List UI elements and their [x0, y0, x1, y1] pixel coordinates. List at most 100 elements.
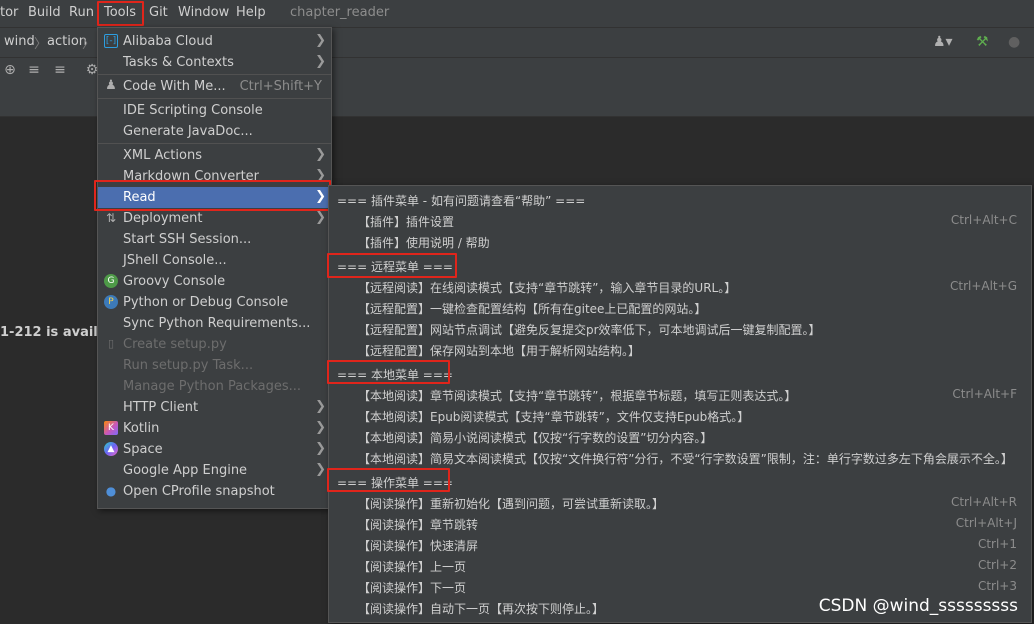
read-item-label: 【阅读操作】自动下一页【再次按下则停止。】	[358, 602, 605, 616]
run-config-icon[interactable]: ●	[1008, 34, 1020, 50]
menu-item-groovy-console[interactable]: G Groovy Console	[98, 271, 331, 292]
menu-item-label: Sync Python Requirements...	[123, 316, 311, 331]
read-item-local-epub-mode[interactable]: 【本地阅读】Epub阅读模式【支持“章节跳转”，文件仅支持Epub格式。】	[329, 405, 1031, 426]
menu-item-xml-actions[interactable]: XML Actions ❯	[98, 145, 331, 166]
chevron-right-icon: ❯	[315, 33, 326, 48]
read-item-shortcut: Ctrl+3	[977, 579, 1017, 593]
menu-item-code-with-me[interactable]: ♟ Code With Me... Ctrl+Shift+Y	[98, 76, 331, 97]
project-title: chapter_reader	[290, 5, 390, 20]
read-item-label: 【阅读操作】快速清屏	[358, 539, 479, 553]
read-item-label: 【远程配置】保存网站到本地【用于解析网站结构。】	[358, 344, 641, 358]
users-icon: ♟	[105, 78, 117, 93]
menu-build[interactable]: Build	[28, 5, 61, 20]
menu-item-run-setup-py-task: Run setup.py Task...	[98, 355, 331, 376]
breadcrumb-separator-icon: 〉	[34, 37, 48, 52]
section-header-label: === 操作菜单 ===	[337, 476, 453, 490]
read-item-shortcut: Ctrl+1	[977, 537, 1017, 551]
menu-item-label: Kotlin	[123, 421, 160, 436]
file-icon: ▯	[107, 337, 115, 350]
menu-item-python-console[interactable]: P Python or Debug Console	[98, 292, 331, 313]
menu-separator	[98, 98, 331, 99]
menu-item-deployment[interactable]: ⇅ Deployment ❯	[98, 208, 331, 229]
menu-item-label: Generate JavaDoc...	[123, 124, 253, 139]
read-item-op-reinitialize[interactable]: 【阅读操作】重新初始化【遇到问题，可尝试重新读取。】 Ctrl+Alt+R	[329, 492, 1031, 513]
menu-item-alibaba-cloud[interactable]: [-] Alibaba Cloud ❯	[98, 31, 331, 52]
read-item-label: 【阅读操作】上一页	[358, 560, 467, 574]
menu-editor[interactable]: tor	[0, 5, 18, 20]
menu-item-label: Read	[123, 190, 156, 205]
read-item-local-simple-text-mode[interactable]: 【本地阅读】简易文本阅读模式【仅按“文件换行符”分行，不受“行字数设置”限制，注…	[329, 447, 1031, 468]
read-item-op-next-page[interactable]: 【阅读操作】下一页 Ctrl+3	[329, 576, 1031, 597]
read-item-remote-online-reading[interactable]: 【远程阅读】在线阅读模式【支持“章节跳转”，输入章节目录的URL。】 Ctrl+…	[329, 276, 1031, 297]
target-icon[interactable]: ⊕	[2, 62, 18, 78]
menu-separator	[98, 143, 331, 144]
menu-item-http-client[interactable]: HTTP Client ❯	[98, 397, 331, 418]
menu-item-jshell-console[interactable]: JShell Console...	[98, 250, 331, 271]
cprofile-icon: ●	[105, 484, 117, 498]
read-item-op-clear-screen[interactable]: 【阅读操作】快速清屏 Ctrl+1	[329, 534, 1031, 555]
breadcrumb-action[interactable]: action	[47, 34, 87, 49]
section-header-label: === 插件菜单 - 如有问题请查看“帮助” ===	[337, 194, 586, 208]
menu-item-label: Alibaba Cloud	[123, 34, 213, 49]
section-header-operation: === 操作菜单 ===	[329, 471, 1031, 492]
menu-item-generate-javadoc[interactable]: Generate JavaDoc...	[98, 121, 331, 142]
breadcrumb-wind[interactable]: wind	[4, 34, 35, 49]
read-item-label: 【本地阅读】简易小说阅读模式【仅按“行字数的设置”切分内容。】	[358, 431, 713, 445]
menu-item-kotlin[interactable]: K Kotlin ❯	[98, 418, 331, 439]
menu-item-read[interactable]: Read ❯	[98, 187, 331, 208]
section-header-local: === 本地菜单 ===	[329, 363, 1031, 384]
read-item-plugin-help[interactable]: 【插件】使用说明 / 帮助	[329, 231, 1031, 252]
menu-item-label: Google App Engine	[123, 463, 248, 478]
menu-git[interactable]: Git	[149, 5, 168, 20]
menu-window[interactable]: Window	[178, 5, 229, 20]
read-item-local-chapter-mode[interactable]: 【本地阅读】章节阅读模式【支持“章节跳转”，根据章节标题，填写正则表达式。】 C…	[329, 384, 1031, 405]
menu-item-label: Start SSH Session...	[123, 232, 252, 247]
menu-item-manage-python-packages: Manage Python Packages...	[98, 376, 331, 397]
read-item-remote-save-site[interactable]: 【远程配置】保存网站到本地【用于解析网站结构。】	[329, 339, 1031, 360]
read-item-remote-check-config[interactable]: 【远程配置】一键检查配置结构【所有在gitee上已配置的网站。】	[329, 297, 1031, 318]
user-icon[interactable]: ♟▾	[933, 34, 953, 50]
read-item-local-simple-novel-mode[interactable]: 【本地阅读】简易小说阅读模式【仅按“行字数的设置”切分内容。】	[329, 426, 1031, 447]
space-icon: ▲	[104, 442, 118, 456]
menu-item-label: XML Actions	[123, 148, 202, 163]
chevron-right-icon: ❯	[315, 54, 326, 69]
read-item-shortcut: Ctrl+Alt+R	[950, 495, 1017, 509]
menu-item-label: Run setup.py Task...	[123, 358, 254, 373]
menu-item-label: Manage Python Packages...	[123, 379, 302, 394]
menu-item-label: IDE Scripting Console	[123, 103, 263, 118]
menu-item-sync-python-requirements[interactable]: Sync Python Requirements...	[98, 313, 331, 334]
chevron-right-icon: ❯	[315, 441, 326, 456]
menu-tools[interactable]: Tools	[104, 5, 136, 20]
read-item-plugin-settings[interactable]: 【插件】插件设置 Ctrl+Alt+C	[329, 210, 1031, 231]
menu-item-google-app-engine[interactable]: Google App Engine ❯	[98, 460, 331, 481]
menu-item-space[interactable]: ▲ Space ❯	[98, 439, 331, 460]
collapse-all-icon[interactable]: ≡	[52, 62, 68, 78]
read-item-label: 【远程配置】一键检查配置结构【所有在gitee上已配置的网站。】	[358, 302, 707, 316]
chevron-right-icon: ❯	[315, 189, 326, 204]
read-item-op-chapter-jump[interactable]: 【阅读操作】章节跳转 Ctrl+Alt+J	[329, 513, 1031, 534]
menu-item-label: HTTP Client	[123, 400, 199, 415]
menu-item-start-ssh-session[interactable]: Start SSH Session...	[98, 229, 331, 250]
read-item-remote-node-debug[interactable]: 【远程配置】网站节点调试【避免反复提交pr效率低下，可本地调试后一键复制配置。】	[329, 318, 1031, 339]
menu-item-shortcut: Ctrl+Shift+Y	[239, 79, 322, 94]
menu-item-label: Create setup.py	[123, 337, 227, 352]
menu-item-label: Python or Debug Console	[123, 295, 289, 310]
menu-item-label: Markdown Converter	[123, 169, 260, 184]
kotlin-icon: K	[104, 421, 118, 435]
menu-item-tasks-contexts[interactable]: Tasks & Contexts ❯	[98, 52, 331, 73]
breadcrumb-separator-icon: 〉	[82, 37, 96, 52]
read-item-label: 【阅读操作】章节跳转	[358, 518, 479, 532]
expand-all-icon[interactable]: ≡	[26, 62, 42, 78]
read-item-shortcut: Ctrl+Alt+C	[950, 213, 1017, 227]
menu-item-markdown-converter[interactable]: Markdown Converter ❯	[98, 166, 331, 187]
menu-run[interactable]: Run	[69, 5, 94, 20]
read-item-op-previous-page[interactable]: 【阅读操作】上一页 Ctrl+2	[329, 555, 1031, 576]
tools-menu: [-] Alibaba Cloud ❯ Tasks & Contexts ❯ ♟…	[97, 27, 332, 509]
menu-item-open-cprofile-snapshot[interactable]: ● Open CProfile snapshot	[98, 481, 331, 502]
menu-item-label: Tasks & Contexts	[123, 55, 234, 70]
alibaba-cloud-icon: [-]	[104, 34, 118, 48]
menu-item-create-setup-py: ▯ Create setup.py	[98, 334, 331, 355]
build-hammer-icon[interactable]: ⚒	[976, 34, 989, 50]
menu-item-ide-scripting-console[interactable]: IDE Scripting Console	[98, 100, 331, 121]
menu-help[interactable]: Help	[236, 5, 266, 20]
